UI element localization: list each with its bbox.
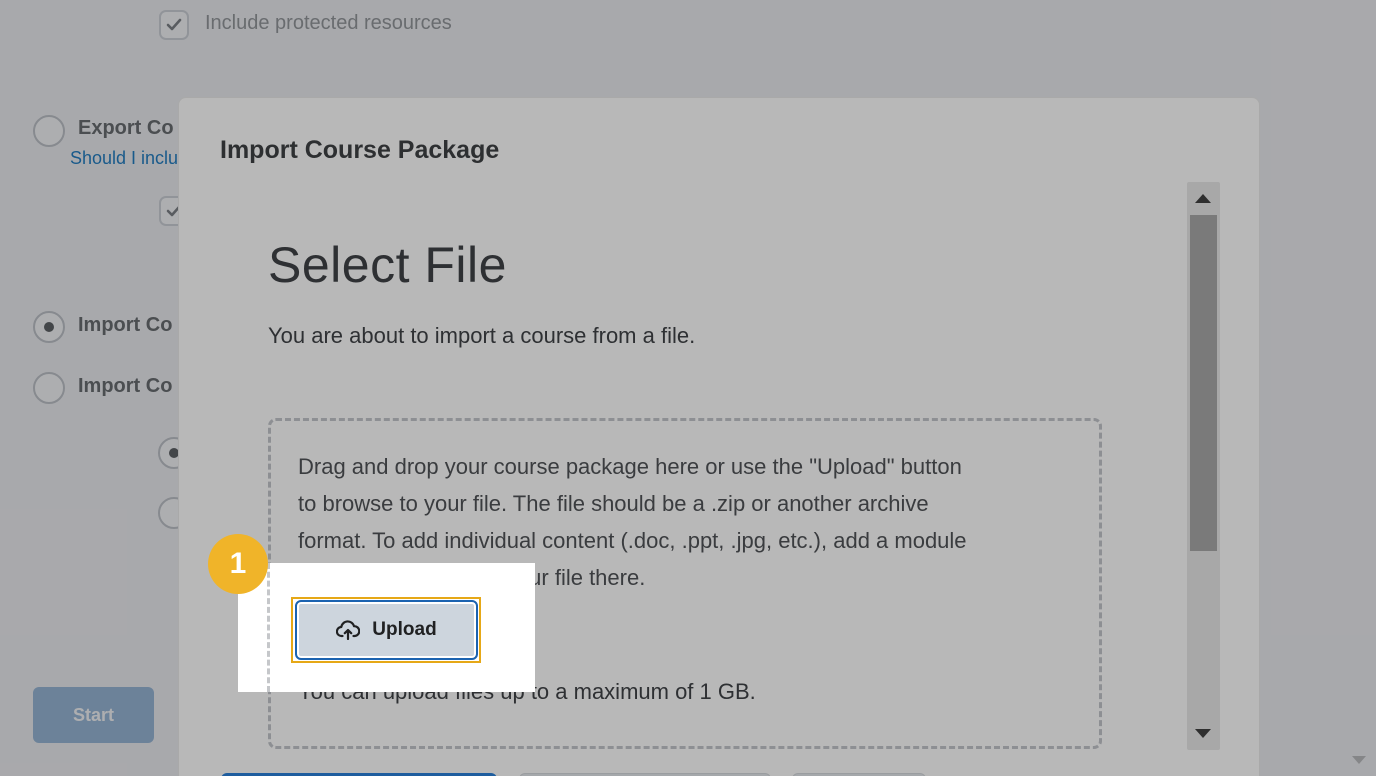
triangle-up-icon[interactable] <box>1195 194 1211 203</box>
dialog-title: Import Course Package <box>220 136 500 164</box>
upload-button[interactable]: Upload <box>295 600 478 660</box>
triangle-down-icon[interactable] <box>1195 729 1211 738</box>
step-callout-badge: 1 <box>208 534 268 594</box>
instructions-line: to browse to your file. The file should … <box>298 491 929 516</box>
scrollbar-thumb[interactable] <box>1190 215 1217 551</box>
select-file-heading: Select File <box>268 237 507 293</box>
instructions-line: Drag and drop your course package here o… <box>298 454 962 479</box>
page: Include protected resources Export Co Sh… <box>0 0 1376 776</box>
cloud-upload-icon <box>336 620 361 640</box>
select-file-description: You are about to import a course from a … <box>268 323 696 348</box>
drop-zone-border-segment <box>267 563 270 692</box>
dialog-scrollbar[interactable] <box>1187 182 1220 750</box>
instructions-line: format. To add individual content (.doc,… <box>298 528 967 553</box>
upload-button-label: Upload <box>372 619 437 640</box>
